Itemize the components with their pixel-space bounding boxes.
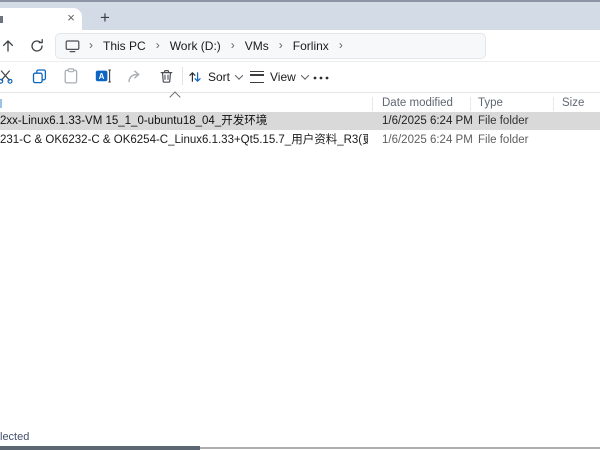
type-cell: File folder	[478, 131, 550, 149]
file-row[interactable]: 231-C & OK6232-C & OK6254-C_Linux6.1.33+…	[0, 131, 600, 149]
this-pc-icon	[65, 39, 80, 53]
refresh-icon[interactable]	[29, 38, 45, 54]
date-modified-cell: 1/6/2025 6:24 PM	[382, 112, 474, 130]
column-divider[interactable]	[553, 97, 554, 111]
tab-favicon-icon	[0, 16, 3, 23]
toolbar-divider	[182, 67, 183, 85]
breadcrumb-separator: ›	[279, 38, 283, 52]
column-header-size[interactable]: Size	[562, 97, 584, 109]
cut-icon[interactable]	[0, 66, 15, 86]
breadcrumb-separator: ›	[231, 38, 235, 52]
file-name-cell: 2xx-Linux6.1.33-VM 15_1_0-ubuntu18_04_开发…	[0, 112, 368, 130]
copy-icon[interactable]	[29, 66, 49, 86]
navigation-bar: › This PC › Work (D:) › VMs › Forlinx ›	[0, 30, 600, 62]
date-modified-cell: 1/6/2025 6:24 PM	[382, 131, 474, 149]
column-header-date-modified[interactable]: Date modified	[382, 97, 453, 109]
sort-button-label: Sort	[208, 70, 230, 84]
breadcrumb-work-d[interactable]: Work (D:)	[170, 39, 221, 53]
delete-icon[interactable]	[156, 66, 176, 86]
header-edge-fragment	[0, 99, 2, 108]
chevron-down-icon	[301, 71, 309, 79]
breadcrumb-separator: ›	[89, 38, 93, 52]
paste-icon[interactable]	[61, 66, 81, 86]
breadcrumb-separator: ›	[339, 38, 343, 52]
breadcrumb-separator: ›	[156, 38, 160, 52]
sort-ascending-icon	[169, 91, 180, 102]
tab-close-icon[interactable]: ×	[63, 10, 79, 26]
view-button[interactable]: View	[250, 64, 308, 89]
address-bar[interactable]: › This PC › Work (D:) › VMs › Forlinx ›	[55, 33, 486, 59]
view-lines-icon	[250, 71, 264, 83]
column-divider[interactable]	[372, 97, 373, 111]
svg-text:A: A	[99, 72, 105, 81]
new-tab-button[interactable]: +	[94, 8, 116, 28]
breadcrumb-this-pc[interactable]: This PC	[103, 39, 146, 53]
breadcrumb-forlinx[interactable]: Forlinx	[293, 39, 329, 53]
column-divider[interactable]	[470, 97, 471, 111]
tab-bar: × +	[0, 0, 600, 30]
type-cell: File folder	[478, 112, 550, 130]
view-button-label: View	[270, 70, 296, 84]
column-header-row: Date modified Type Size	[0, 95, 600, 113]
column-header-type[interactable]: Type	[478, 97, 503, 109]
breadcrumb-vms[interactable]: VMs	[245, 39, 269, 53]
window-bottom-edge-light	[200, 447, 600, 449]
status-bar-text: lected	[0, 431, 29, 443]
file-row-selected[interactable]: 2xx-Linux6.1.33-VM 15_1_0-ubuntu18_04_开发…	[0, 112, 600, 130]
up-arrow-icon[interactable]	[0, 38, 16, 54]
chevron-down-icon	[235, 71, 243, 79]
rename-icon[interactable]: A	[93, 66, 113, 86]
window-bottom-edge-dark	[0, 446, 200, 450]
sort-arrows-icon	[188, 70, 202, 84]
file-name-cell: 231-C & OK6232-C & OK6254-C_Linux6.1.33+…	[0, 131, 368, 149]
share-icon[interactable]	[125, 66, 145, 86]
sort-button[interactable]: Sort	[188, 64, 242, 89]
see-more-icon[interactable]	[309, 68, 333, 88]
